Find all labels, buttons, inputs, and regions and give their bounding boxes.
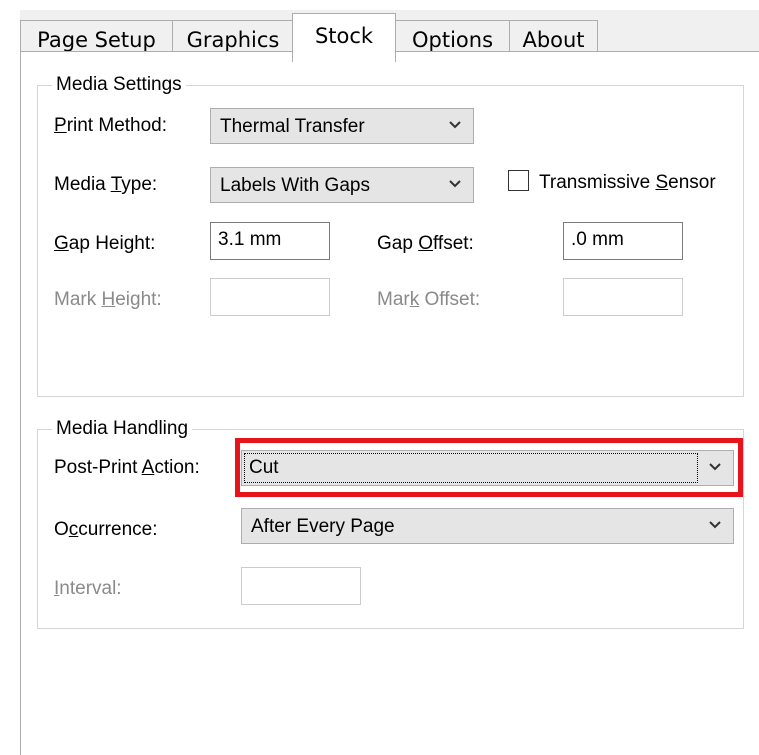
media-settings-title: Media Settings [52,74,186,96]
print-method-dropdown[interactable]: Thermal Transfer [210,108,474,144]
stock-panel: Media Settings Print Method: Thermal Tra… [20,51,759,755]
media-type-value: Labels With Gaps [220,175,370,196]
media-type-label: Media Type: [54,174,158,195]
print-method-value: Thermal Transfer [220,116,365,137]
mark-height-input[interactable] [210,278,330,316]
mark-height-label: Mark Height: [54,289,162,310]
transmissive-sensor-checkbox[interactable] [508,170,529,191]
chevron-down-icon [709,521,721,529]
gap-height-label: Gap Height: [54,233,156,254]
post-print-action-label: Post-Print Action: [54,457,200,478]
interval-input[interactable] [241,567,361,605]
gap-offset-label: Gap Offset: [377,233,474,254]
transmissive-sensor-label[interactable]: Transmissive Sensor [539,172,716,194]
tab-strip: Page Setup Graphics Stock Options About [20,10,759,62]
mark-offset-label: Mark Offset: [377,289,481,310]
post-print-action-value: Cut [244,453,698,483]
media-handling-title: Media Handling [52,418,193,440]
chevron-down-icon [709,463,721,471]
chevron-down-icon [449,121,461,129]
occurrence-label: Occurrence: [54,519,158,540]
gap-height-input[interactable]: 3.1 mm [210,222,330,260]
occurrence-dropdown[interactable]: After Every Page [241,508,734,544]
interval-label: Interval: [54,578,122,599]
occurrence-value: After Every Page [251,516,395,537]
mark-offset-input[interactable] [563,278,683,316]
gap-offset-input[interactable]: .0 mm [563,222,683,260]
post-print-action-dropdown[interactable]: Cut [241,450,734,486]
print-method-label: Print Method: [54,115,168,136]
media-type-dropdown[interactable]: Labels With Gaps [210,167,474,203]
chevron-down-icon [449,180,461,188]
tab-stock[interactable]: Stock [292,13,396,62]
